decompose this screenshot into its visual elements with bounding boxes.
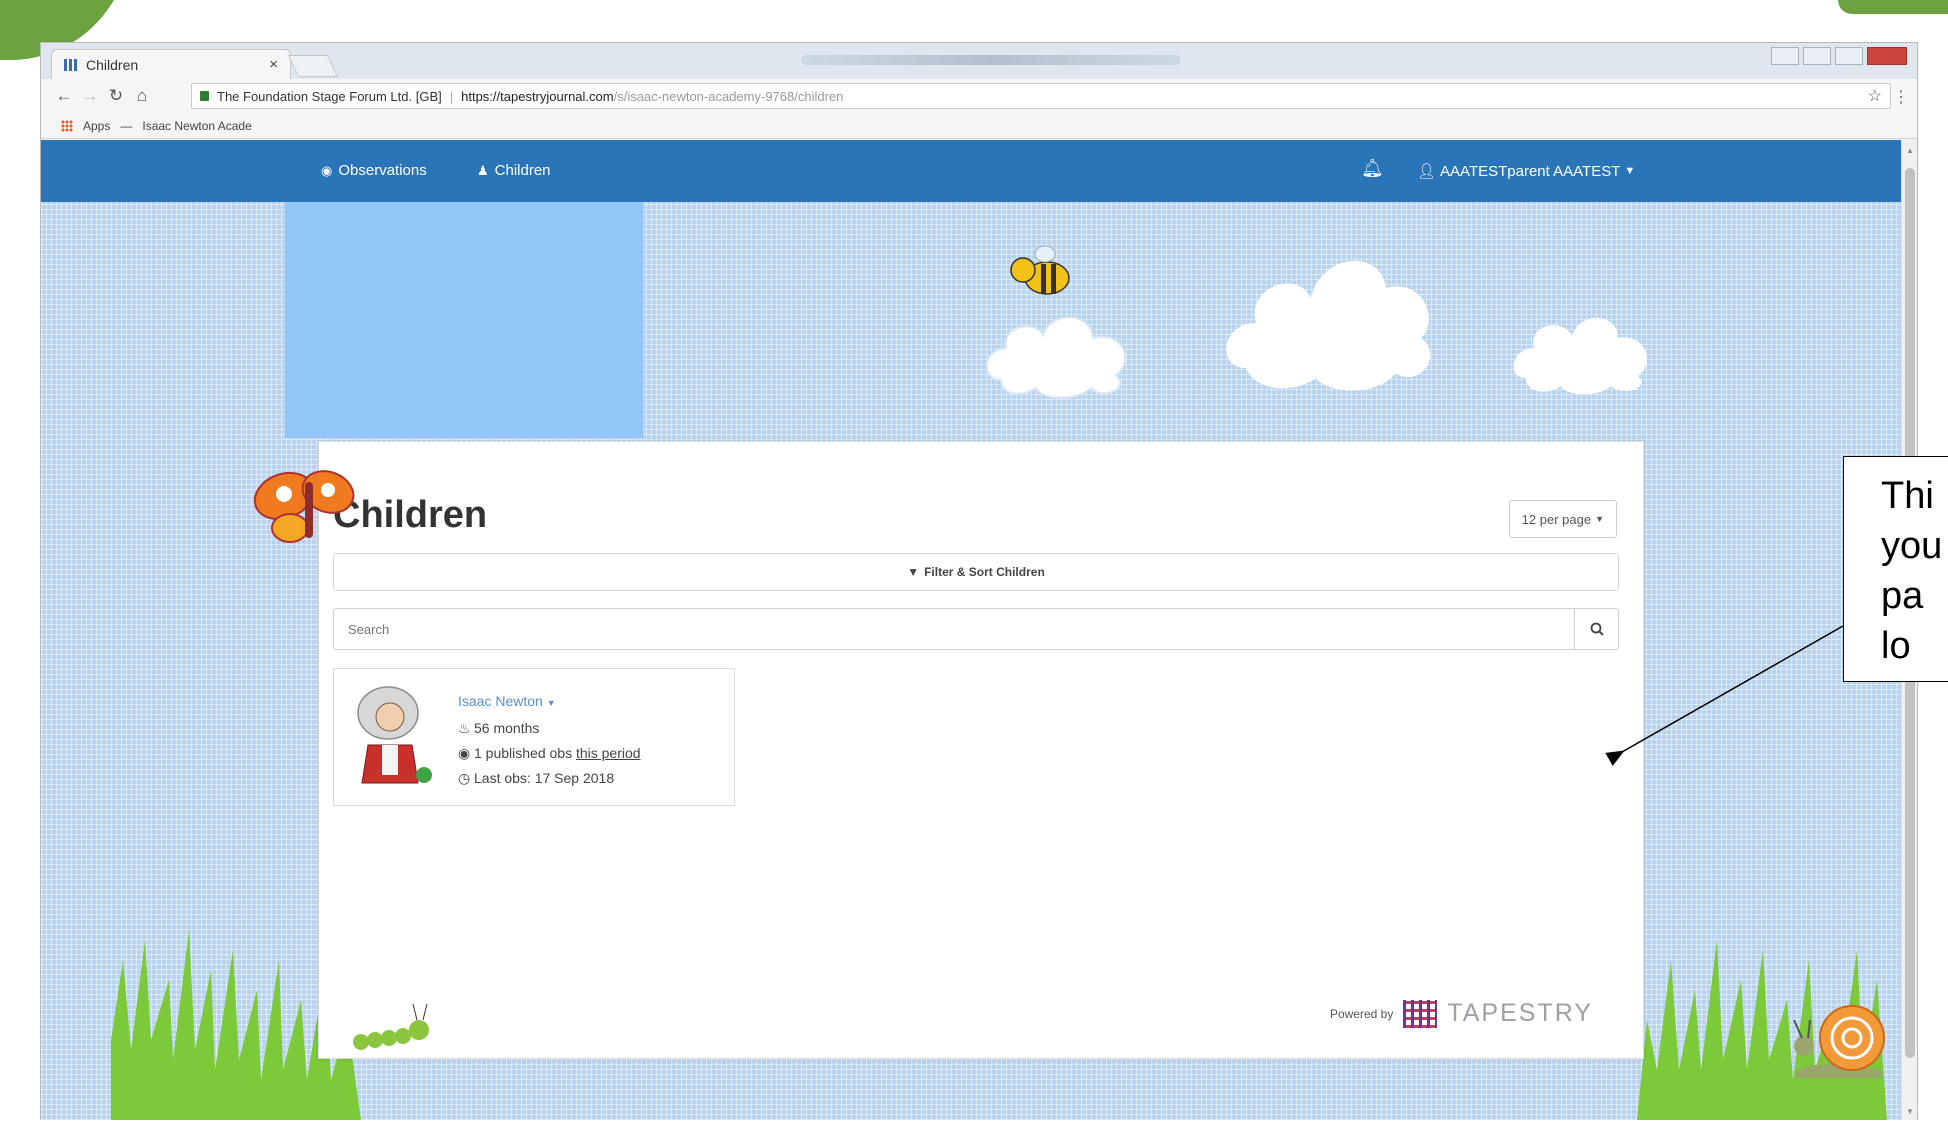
clock-icon: ◷ [458,770,471,786]
reload-icon[interactable]: ↻ [103,86,129,106]
child-info: Isaac Newton ▼ ♨ 56 months ◉ 1 published o… [458,689,641,791]
browser-toolbar: ← → ↻ ⌂ The Foundation Stage Forum Ltd. … [41,79,1917,113]
window-title-blurred [801,55,1181,65]
nav-observations-label: Observations [338,162,427,179]
butterfly-icon [253,470,355,543]
tab-title: Children [86,56,139,73]
forward-arrow-icon[interactable]: → [77,86,103,106]
last-obs: Last obs: 17 Sep 2018 [474,770,615,786]
browser-menu-icon[interactable]: ⋮ [1893,87,1909,107]
user-name: AAATESTparent AAATEST [1440,162,1621,180]
user-icon: 👤︎ [1417,163,1437,180]
bell-icon[interactable]: 🔔︎ [1361,158,1384,179]
bookmark-apps[interactable]: Apps [83,119,110,133]
published-obs: 1 published obs [474,745,573,761]
search-button[interactable] [1574,609,1618,649]
tab-close-icon[interactable]: × [269,56,278,73]
nav-children[interactable]: ♟ Children [477,162,551,179]
bookmarks-bar: Apps — Isaac Newton Acade [41,113,1917,139]
child-card[interactable]: Isaac Newton ▼ ♨ 56 months ◉ 1 published o… [333,668,735,806]
eye-icon: ◉ [321,162,333,178]
browser-titlebar: Children × [41,43,1917,79]
back-arrow-icon[interactable]: ← [51,86,77,106]
annotation-callout: Thi you pa lo [1843,456,1948,682]
child-name-link[interactable]: Isaac Newton [458,693,543,709]
window-controls [1771,47,1907,65]
user-switch-button[interactable] [1771,47,1799,65]
powered-by-label: Powered by [1329,1006,1394,1021]
url-host: https://tapestryjournal.com [461,88,614,104]
nav-children-label: Children [494,162,551,179]
slide-corner-decoration-right [1838,0,1948,14]
bee-icon [1010,245,1070,295]
filter-sort-button[interactable]: ▼ Filter & Sort Children [333,553,1619,591]
scroll-up-icon[interactable]: ▲ [1906,146,1914,155]
home-icon[interactable]: ⌂ [129,86,155,106]
slide-stage: Children × ← → ↻ ⌂ The Foundation Stage … [0,0,1948,1141]
caret-down-icon: ▼ [1595,514,1604,524]
bookmark-star-icon[interactable]: ☆ [1868,86,1882,106]
address-bar[interactable]: The Foundation Stage Forum Ltd. [GB] | h… [191,83,1891,109]
search-group [333,608,1619,650]
scroll-down-icon[interactable]: ▼ [1906,1107,1914,1116]
per-page-label: 12 per page [1521,511,1592,527]
birthday-cake-icon: ♨ [458,720,471,736]
filter-sort-label: Filter & Sort Children [924,565,1045,579]
eye-icon: ◉ [458,745,471,761]
tapestry-favicon-icon [64,58,78,71]
filter-icon: ▼ [907,565,920,579]
bookmark-isaac-newton[interactable]: Isaac Newton Acade [142,119,251,133]
page-viewport: ◉ Observations ♟ Children 🔔︎ 👤︎ AAATESTp… [41,140,1903,1120]
user-menu[interactable]: 👤︎ AAATESTparent AAATEST ▼ [1417,162,1636,181]
secure-origin-label: The Foundation Stage Forum Ltd. [GB] [217,88,442,104]
caterpillar-icon [353,1003,429,1050]
new-tab-button[interactable] [287,55,339,77]
redacted-logo-area [285,202,643,438]
browser-window: Children × ← → ↻ ⌂ The Foundation Stage … [40,42,1918,1120]
children-panel: Children 12 per page ▼ ▼ Filter & Sort C… [318,441,1644,1059]
small-cloud-with-bee [985,316,1127,399]
tapestry-brand: TAPESTRY [1447,999,1593,1027]
apps-grid-icon[interactable] [61,119,73,132]
child-icon: ♟ [477,162,489,178]
nav-observations[interactable]: ◉ Observations [321,162,427,179]
caret-down-icon[interactable]: ▼ [547,698,556,708]
child-age: 56 months [474,720,540,736]
powered-by: Powered by TAPESTRY [1330,999,1593,1028]
snail-icon [1793,1005,1885,1078]
per-page-dropdown[interactable]: 12 per page ▼ [1508,500,1617,538]
large-cloud [1226,260,1431,391]
site-navbar: ◉ Observations ♟ Children 🔔︎ 👤︎ AAATESTp… [41,140,1903,202]
search-input[interactable] [334,609,1574,649]
minimize-button[interactable] [1803,47,1831,65]
browser-tab[interactable]: Children × [51,49,291,79]
lock-icon [200,91,209,101]
bookmark-separator: — [120,118,133,133]
annotation-callout-text: Thi you pa lo [1881,475,1943,667]
maximize-button[interactable] [1835,47,1863,65]
search-icon [1590,622,1604,636]
url-path: /s/isaac-newton-academy-9768/children [613,88,844,104]
close-window-button[interactable] [1867,47,1907,65]
tapestry-logo-icon [1403,999,1438,1028]
omnibox-separator: | [449,88,454,104]
this-period-link[interactable]: this period [576,745,641,761]
right-cloud [1513,317,1648,395]
caret-down-icon: ▼ [1624,165,1636,177]
child-avatar [357,686,432,784]
